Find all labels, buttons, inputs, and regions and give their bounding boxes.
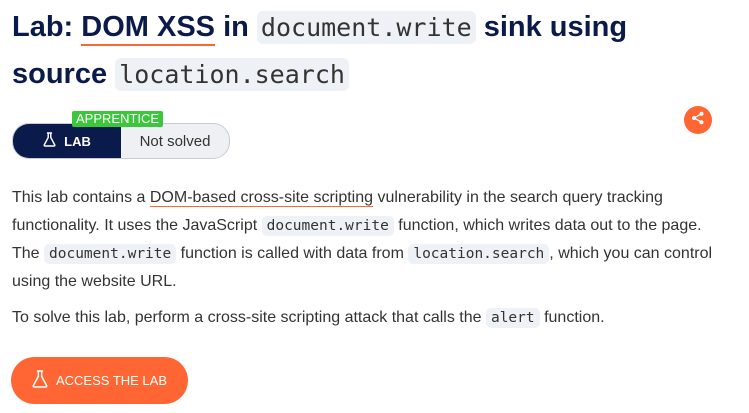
share-icon: [691, 111, 705, 130]
lab-label-segment: LAB: [13, 124, 121, 158]
lab-page: Lab: DOM XSS in document.write sink usin…: [0, 0, 749, 413]
level-badge: APPRENTICE: [72, 111, 164, 127]
share-button[interactable]: [684, 106, 712, 134]
desc-code-3: location.search: [408, 244, 550, 264]
lab-description: This lab contains a DOM-based cross-site…: [12, 184, 717, 296]
desc-text-1: This lab contains a: [12, 189, 150, 206]
dom-xss-link[interactable]: DOM-based cross-site scripting: [149, 189, 374, 207]
instr-code: alert: [485, 308, 540, 328]
access-lab-label: ACCESS THE LAB: [55, 373, 168, 388]
title-topic-link[interactable]: DOM XSS: [81, 11, 216, 46]
solved-status: Not solved: [139, 132, 211, 150]
flask-icon: [43, 132, 56, 150]
lab-label: LAB: [64, 133, 91, 149]
desc-text-4: function is called with data from: [176, 245, 409, 262]
flask-icon: [32, 370, 48, 391]
title-sink-code: document.write: [256, 11, 476, 44]
instr-text-1: To solve this lab, perform a cross-site …: [12, 309, 486, 326]
desc-code-1: document.write: [261, 216, 394, 236]
instr-text-2: function.: [539, 309, 605, 326]
title-source-code: location.search: [115, 58, 349, 91]
lab-instruction: To solve this lab, perform a cross-site …: [12, 304, 717, 332]
lab-status-badge: APPRENTICE LAB Not solved: [12, 111, 232, 159]
title-in: in: [215, 11, 257, 43]
lab-pill: LAB Not solved: [12, 123, 230, 159]
desc-code-2: document.write: [44, 244, 177, 264]
access-lab-button[interactable]: ACCESS THE LAB: [11, 357, 188, 404]
title-prefix: Lab:: [12, 11, 82, 43]
page-title: Lab: DOM XSS in document.write sink usin…: [12, 4, 712, 98]
